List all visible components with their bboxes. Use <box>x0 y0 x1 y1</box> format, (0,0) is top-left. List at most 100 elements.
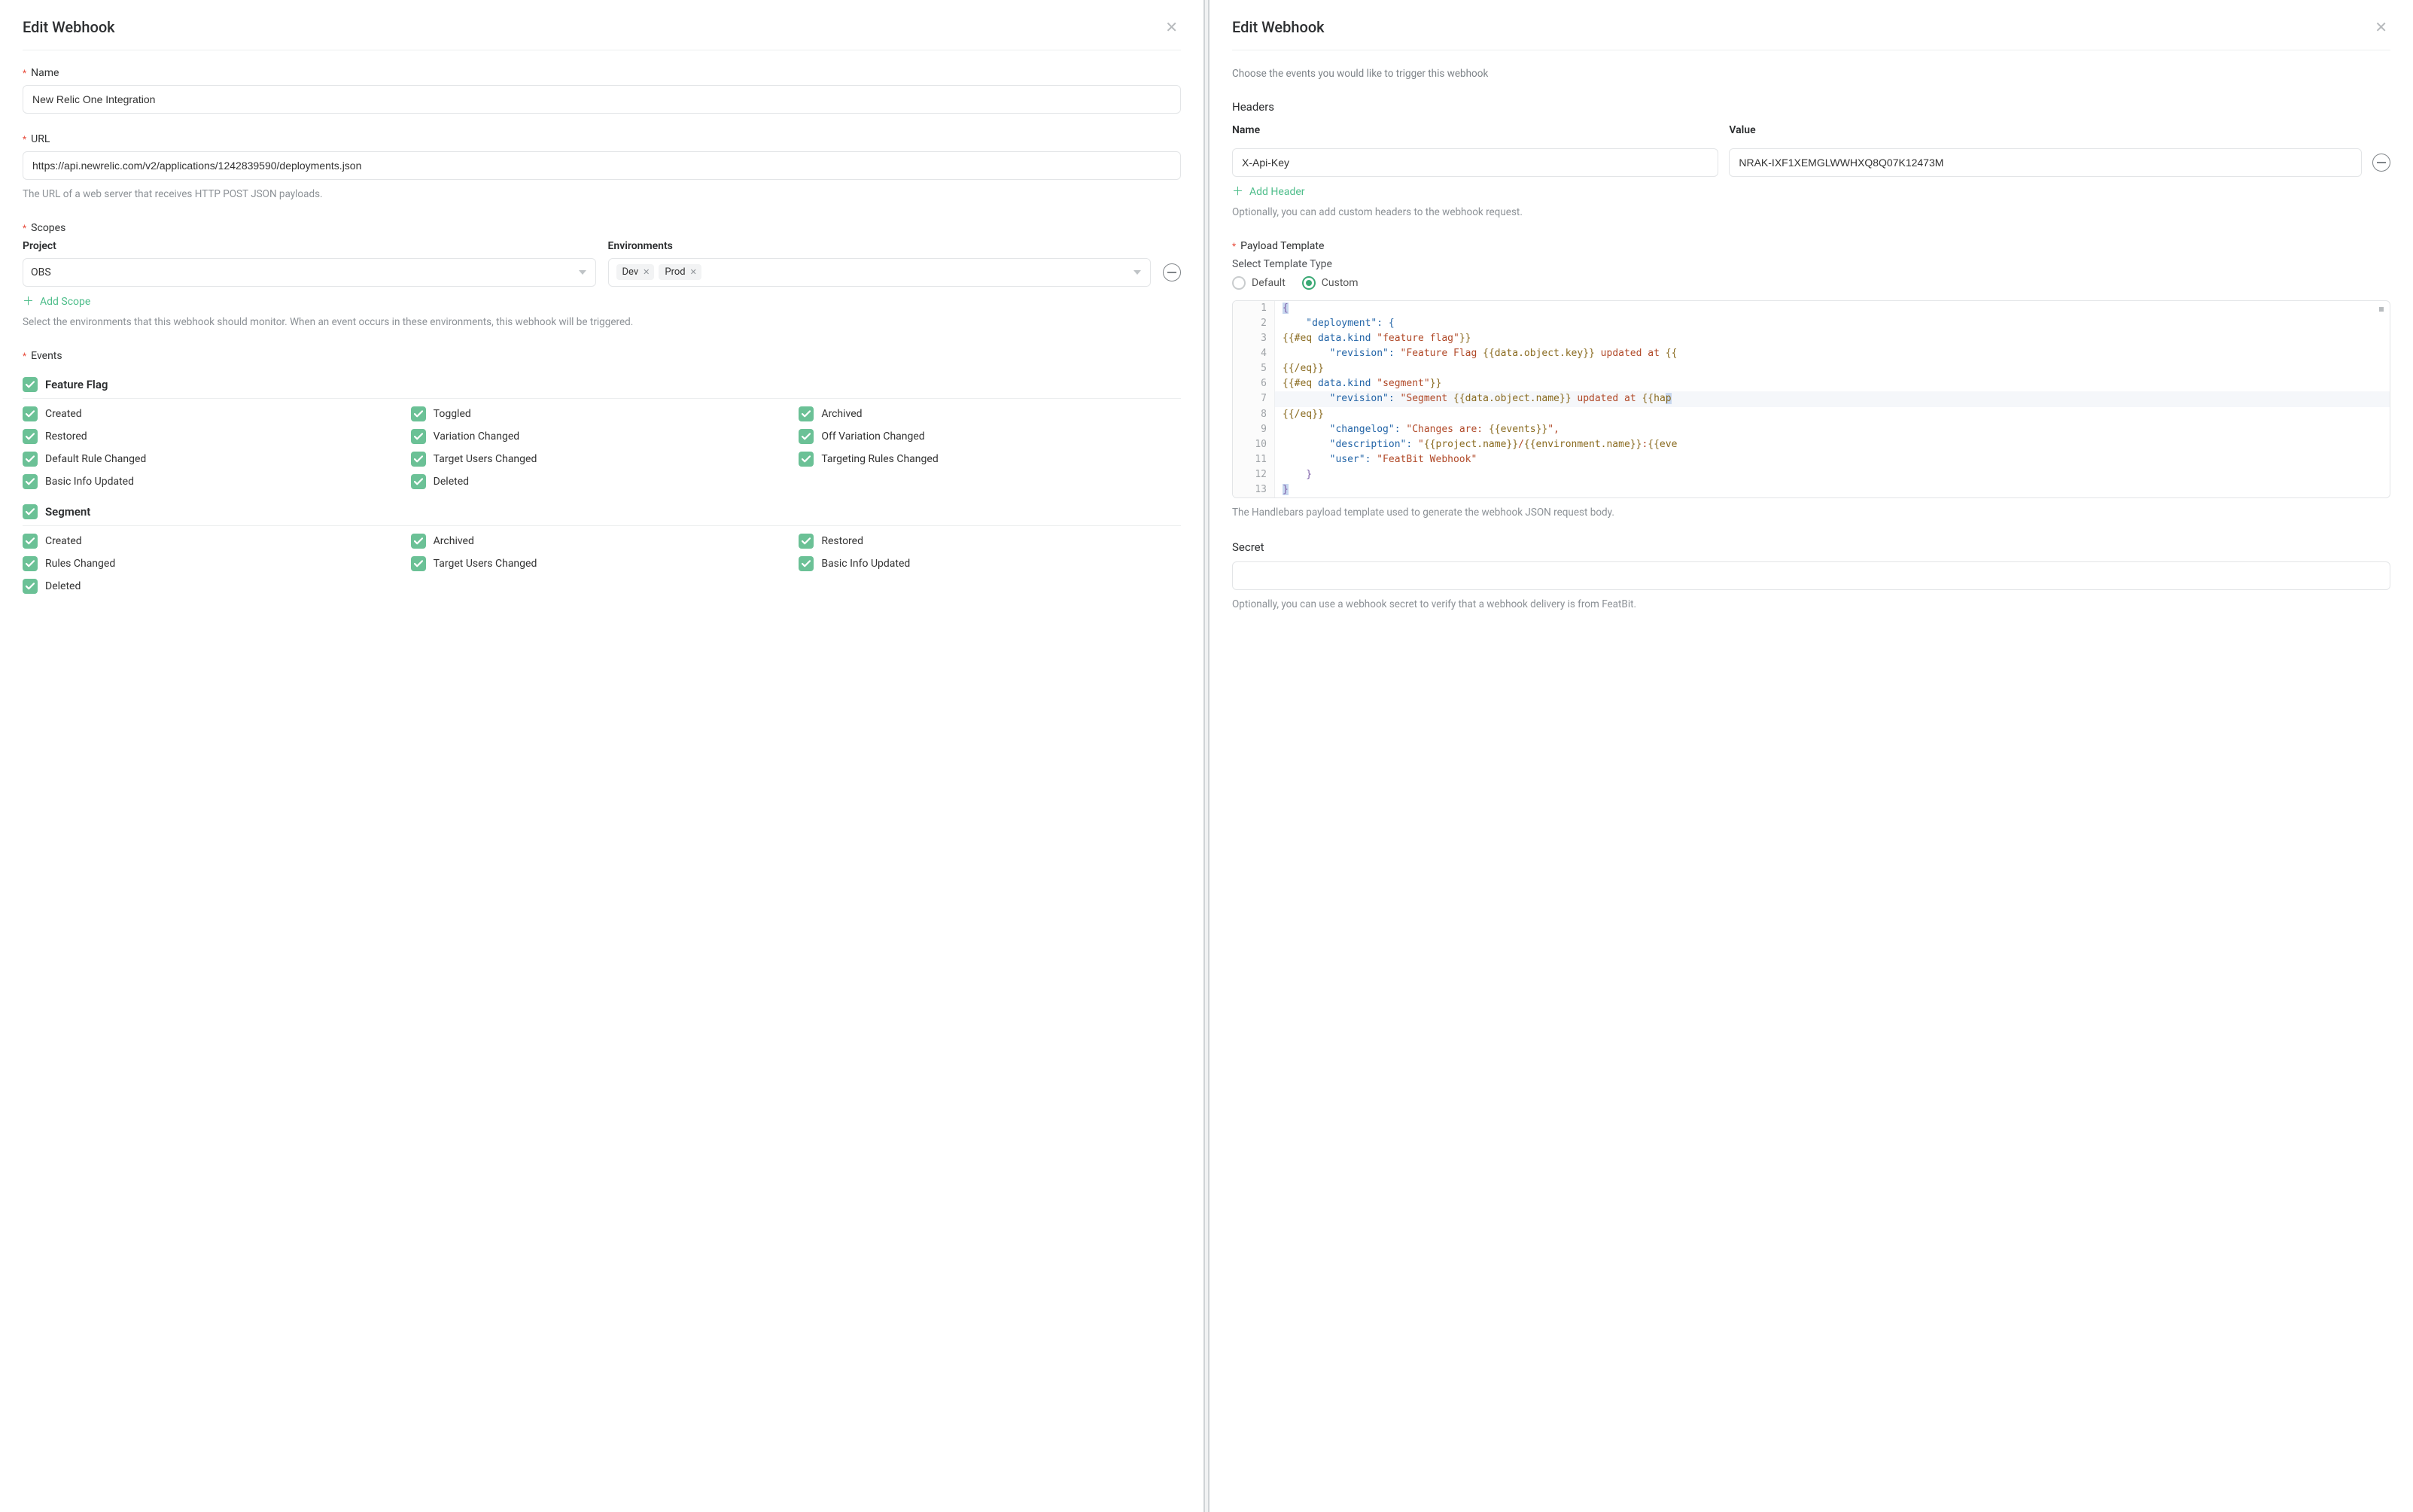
secret-input[interactable] <box>1232 561 2390 590</box>
project-label: Project <box>23 240 596 252</box>
event-checkbox-item[interactable]: Toggled <box>411 406 793 421</box>
url-help-text: The URL of a web server that receives HT… <box>23 187 1181 202</box>
event-checkbox-grid: Created Toggled Archived Restored Variation … <box>23 406 1181 489</box>
event-checkbox-item[interactable]: Restored <box>23 429 405 444</box>
checkbox-icon[interactable] <box>411 429 426 444</box>
event-checkbox-item[interactable]: Targeting Rules Changed <box>799 452 1181 467</box>
events-section: Events Feature Flag Created Toggled Archive… <box>23 350 1181 594</box>
radio-default[interactable]: Default <box>1232 276 1286 290</box>
event-checkbox-label: Basic Info Updated <box>821 558 910 570</box>
event-group-header: Feature Flag <box>23 373 1181 399</box>
event-checkbox-item[interactable]: Default Rule Changed <box>23 452 405 467</box>
remove-scope-button[interactable] <box>1163 263 1181 281</box>
event-checkbox-label: Rules Changed <box>45 558 115 570</box>
left-panel-title: Edit Webhook <box>23 18 115 36</box>
checkbox-icon[interactable] <box>411 406 426 421</box>
event-group: Feature Flag Created Toggled Archived Restor… <box>23 373 1181 489</box>
right-panel-body: Choose the events you would like to trig… <box>1232 50 2390 613</box>
payload-help-text: The Handlebars payload template used to … <box>1232 506 2390 521</box>
group-checkbox[interactable] <box>23 504 38 519</box>
checkbox-icon[interactable] <box>23 556 38 571</box>
remove-tag-icon[interactable]: ✕ <box>643 267 650 277</box>
event-group-title: Segment <box>45 505 90 519</box>
event-checkbox-label: Targeting Rules Changed <box>821 453 938 465</box>
event-checkbox-item[interactable]: Basic Info Updated <box>799 556 1181 571</box>
header-name-input[interactable] <box>1232 148 1718 177</box>
event-checkbox-label: Archived <box>434 535 474 547</box>
event-group-title: Feature Flag <box>45 378 108 391</box>
event-checkbox-label: Created <box>45 408 82 420</box>
add-header-button[interactable]: ＋ Add Header <box>1232 186 1305 198</box>
project-select[interactable]: OBS <box>23 258 596 287</box>
payload-code-editor[interactable]: 1{ 2 "deployment": { 3{{#eq data.kind "f… <box>1232 300 2390 499</box>
group-checkbox[interactable] <box>23 377 38 392</box>
chevron-down-icon <box>579 270 586 275</box>
checkbox-icon[interactable] <box>23 429 38 444</box>
env-tag-prod[interactable]: Prod ✕ <box>659 264 701 280</box>
headers-labels-row: Name Value <box>1232 124 2390 142</box>
event-checkbox-item[interactable]: Deleted <box>23 579 405 594</box>
checkbox-icon[interactable] <box>411 474 426 489</box>
app-root: Edit Webhook ✕ Name URL The URL of a web… <box>0 0 2413 1512</box>
left-panel: Edit Webhook ✕ Name URL The URL of a web… <box>0 0 1203 1512</box>
env-tag-dev[interactable]: Dev ✕ <box>616 264 655 280</box>
checkbox-icon[interactable] <box>799 406 814 421</box>
scopes-section: Scopes Project OBS Environments <box>23 222 1181 330</box>
headers-label: Headers <box>1232 100 2390 114</box>
event-checkbox-item[interactable]: Target Users Changed <box>411 452 793 467</box>
header-row <box>1232 148 2390 177</box>
name-label: Name <box>23 67 1181 79</box>
remove-header-button[interactable] <box>2372 154 2390 172</box>
event-checkbox-item[interactable]: Created <box>23 534 405 549</box>
event-checkbox-label: Target Users Changed <box>434 558 537 570</box>
events-label: Events <box>23 350 1181 362</box>
event-checkbox-item[interactable]: Restored <box>799 534 1181 549</box>
header-value-input[interactable] <box>1729 148 2362 177</box>
event-checkbox-item[interactable]: Archived <box>799 406 1181 421</box>
url-input[interactable] <box>23 151 1181 180</box>
checkbox-icon[interactable] <box>799 452 814 467</box>
checkbox-icon[interactable] <box>23 534 38 549</box>
checkbox-icon[interactable] <box>411 534 426 549</box>
event-checkbox-item[interactable]: Deleted <box>411 474 793 489</box>
checkbox-icon[interactable] <box>411 556 426 571</box>
checkbox-icon[interactable] <box>23 406 38 421</box>
right-panel-header: Edit Webhook ✕ <box>1232 18 2390 50</box>
checkbox-icon[interactable] <box>23 474 38 489</box>
environments-select[interactable]: Dev ✕ Prod ✕ <box>608 258 1152 287</box>
name-input[interactable] <box>23 85 1181 114</box>
checkbox-icon[interactable] <box>799 429 814 444</box>
template-type-radios: Default Custom <box>1232 276 2390 290</box>
close-icon[interactable]: ✕ <box>1162 18 1181 36</box>
add-scope-button[interactable]: ＋ Add Scope <box>23 296 90 308</box>
event-checkbox-item[interactable]: Rules Changed <box>23 556 405 571</box>
event-checkbox-item[interactable]: Archived <box>411 534 793 549</box>
event-checkbox-item[interactable]: Off Variation Changed <box>799 429 1181 444</box>
checkbox-icon[interactable] <box>799 556 814 571</box>
checkbox-icon[interactable] <box>799 534 814 549</box>
event-checkbox-item[interactable]: Target Users Changed <box>411 556 793 571</box>
close-icon[interactable]: ✕ <box>2372 18 2390 36</box>
scopes-help-text: Select the environments that this webhoo… <box>23 315 1181 330</box>
project-column: Project OBS <box>23 240 596 287</box>
remove-tag-icon[interactable]: ✕ <box>690 267 697 277</box>
event-checkbox-item[interactable]: Basic Info Updated <box>23 474 405 489</box>
event-checkbox-label: Variation Changed <box>434 430 520 443</box>
event-checkbox-label: Off Variation Changed <box>821 430 924 443</box>
event-checkbox-item[interactable]: Created <box>23 406 405 421</box>
right-panel-title: Edit Webhook <box>1232 18 1325 36</box>
radio-default-label: Default <box>1252 277 1286 289</box>
template-type-label: Select Template Type <box>1232 258 2390 270</box>
checkbox-icon[interactable] <box>23 579 38 594</box>
event-checkbox-label: Restored <box>821 535 863 547</box>
scopes-label: Scopes <box>23 222 1181 234</box>
checkbox-icon[interactable] <box>23 452 38 467</box>
radio-custom[interactable]: Custom <box>1302 276 1359 290</box>
event-checkbox-item[interactable]: Variation Changed <box>411 429 793 444</box>
checkbox-icon[interactable] <box>411 452 426 467</box>
env-tag-label: Prod <box>665 266 685 278</box>
environments-row: Dev ✕ Prod ✕ <box>608 258 1182 287</box>
header-value-label: Value <box>1729 124 2362 136</box>
env-tag-label: Dev <box>622 266 639 278</box>
event-checkbox-grid: Created Archived Restored Rules Changed Targ… <box>23 534 1181 594</box>
